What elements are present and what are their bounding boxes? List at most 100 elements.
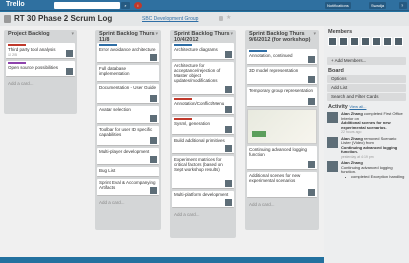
list-title[interactable]: Sprint Backlog Thurs 11/8 (97, 31, 159, 43)
avatar (327, 136, 338, 148)
avatar[interactable] (361, 37, 370, 46)
info-icon[interactable]: i (134, 2, 142, 9)
avatar[interactable] (328, 37, 337, 46)
card[interactable]: Architecture for acceptance/rejection of… (172, 62, 234, 95)
list-title[interactable]: Project Backlog (6, 31, 75, 43)
card[interactable]: Toolbar for user ID specific capabilitie… (97, 126, 159, 146)
card[interactable]: Open source possibilities (6, 61, 75, 77)
search-input[interactable] (54, 2, 120, 9)
activity-item: Alan Zhang removed Scenario Lister (Vide… (327, 136, 406, 160)
list-menu-icon[interactable]: ▾ (71, 31, 74, 37)
card-attachment-image[interactable] (247, 109, 317, 144)
card[interactable]: Temporary group representation (247, 87, 317, 107)
image-decoration (252, 131, 266, 137)
card-title: Multi-player development (99, 149, 150, 154)
add-card-link[interactable]: Add a card... (97, 198, 159, 207)
activity-time: yesterday at 4:19 pm (341, 154, 374, 159)
board-header: RT 30 Phase 2 Scrum Log SBC Development … (0, 12, 409, 26)
card[interactable]: Multi-platform development (172, 191, 234, 208)
list-menu-icon[interactable]: ▾ (155, 31, 158, 37)
card[interactable]: Sprint Eval & Accompanying Artifacts (97, 179, 159, 196)
card[interactable]: Additional scenes for new experimental s… (247, 172, 317, 198)
activity-bullet: completed Exception handling (345, 174, 406, 180)
card[interactable]: Documentation - User Guide (97, 84, 159, 104)
options-button[interactable]: Options (327, 75, 406, 83)
list-sprint-backlog-10-4: Sprint Backlog Thurs 10/4/2012 ▾ Archite… (170, 30, 236, 238)
help-icon[interactable]: ? (399, 2, 407, 9)
star-icon[interactable]: ★ (226, 14, 231, 21)
list-menu-icon[interactable]: ▾ (313, 31, 316, 37)
card[interactable]: Experiment matrices for critical factors… (172, 156, 234, 189)
avatar[interactable] (394, 37, 403, 46)
list-project-backlog: Project Backlog ▾ Third party tool analy… (4, 30, 77, 114)
add-members-button[interactable]: + Add Members... (327, 57, 406, 65)
avatar[interactable] (372, 37, 381, 46)
card-title: Full database implementation (99, 66, 130, 76)
avatar (225, 126, 232, 133)
add-list-button[interactable]: Add List (327, 84, 406, 92)
card-title: Sprint Eval & Accompanying Artifacts (99, 180, 156, 190)
card-label (249, 50, 267, 52)
lock-icon[interactable] (219, 16, 223, 21)
top-header: Trello ⌕ i Notifications Swadja ? (0, 0, 409, 11)
add-card-link[interactable]: Add a card... (172, 210, 234, 219)
board-scrollbar-area[interactable] (0, 257, 324, 263)
card-label (8, 44, 26, 46)
avatar[interactable] (383, 37, 392, 46)
avatar[interactable] (339, 37, 348, 46)
card[interactable]: Error avoidance architecture (97, 43, 159, 63)
card[interactable]: Sysml, generation (172, 117, 234, 135)
board-canvas: Project Backlog ▾ Third party tool analy… (0, 26, 324, 257)
avatar[interactable] (350, 37, 359, 46)
card[interactable]: Annotation, continued (247, 49, 317, 65)
card-label (8, 62, 26, 64)
avatar (150, 187, 157, 194)
card[interactable]: 3D model representation (247, 67, 317, 85)
card[interactable]: Multi-player development (97, 148, 159, 165)
card[interactable]: Avatar selection (97, 106, 159, 124)
card[interactable]: Third party tool analysis ☑ 2/5 (6, 43, 75, 59)
avatar (327, 161, 338, 172)
card[interactable]: Full database implementation (97, 65, 159, 82)
card-title: Architecture for acceptance/rejection of… (174, 63, 221, 83)
trello-logo[interactable]: Trello (6, 1, 25, 8)
list-title[interactable]: Sprint Backlog Thurs 9/6/2012 (for works… (247, 31, 317, 49)
list-title[interactable]: Sprint Backlog Thurs 10/4/2012 (172, 31, 234, 43)
card[interactable]: Annotation/Conflict/Menu (172, 97, 234, 115)
user-menu[interactable]: Swadja (369, 2, 387, 9)
board-org-link[interactable]: SBC Development Group (142, 16, 198, 22)
card-title: Multi-platform development (174, 192, 229, 197)
card[interactable]: Build additional primitives (172, 137, 234, 154)
search-filter-button[interactable]: Search and Filter Cards (327, 93, 406, 101)
card[interactable]: Continuing advanced logging function (247, 146, 317, 170)
avatar (150, 115, 157, 122)
avatar (308, 76, 315, 83)
activity-item-link[interactable]: Additional scenes for new experimental s… (341, 120, 406, 130)
activity-item-link[interactable]: Continuing advanced logging function. (341, 145, 406, 155)
avatar (308, 189, 315, 196)
add-card-link[interactable]: Add a card... (247, 200, 317, 209)
card-title: Annotation/Conflict/Menu (174, 101, 225, 106)
activity-view-all-link[interactable]: View all... (349, 104, 366, 109)
card-label (174, 98, 192, 100)
notifications-button[interactable]: Notifications (325, 2, 351, 9)
avatar (327, 112, 338, 123)
board-heading: Board (328, 68, 344, 74)
board-title[interactable]: RT 30 Phase 2 Scrum Log (14, 14, 112, 23)
card-title: Temporary group representation (249, 88, 314, 93)
card-title: Additional scenes for new experimental s… (249, 173, 301, 183)
add-card-link[interactable]: Add a card... (6, 79, 75, 88)
avatar (150, 95, 157, 102)
activity-bullets: completed Exception handling (345, 174, 406, 180)
card-title: 3D model representation (249, 68, 299, 73)
card-title: Experiment matrices for critical factors… (174, 157, 223, 172)
list-menu-icon[interactable]: ▾ (230, 31, 233, 37)
card[interactable]: Bug List (97, 167, 159, 177)
card-title: Bug List (99, 168, 116, 173)
card[interactable]: Architecture diagrams (172, 43, 234, 60)
search-icon[interactable]: ⌕ (121, 2, 130, 9)
board-icon (4, 15, 11, 23)
activity-time: 22 hours ago (341, 130, 362, 134)
activity-item: Alan Zhang Continuing advanced logging f… (327, 160, 406, 180)
avatar (308, 56, 315, 63)
